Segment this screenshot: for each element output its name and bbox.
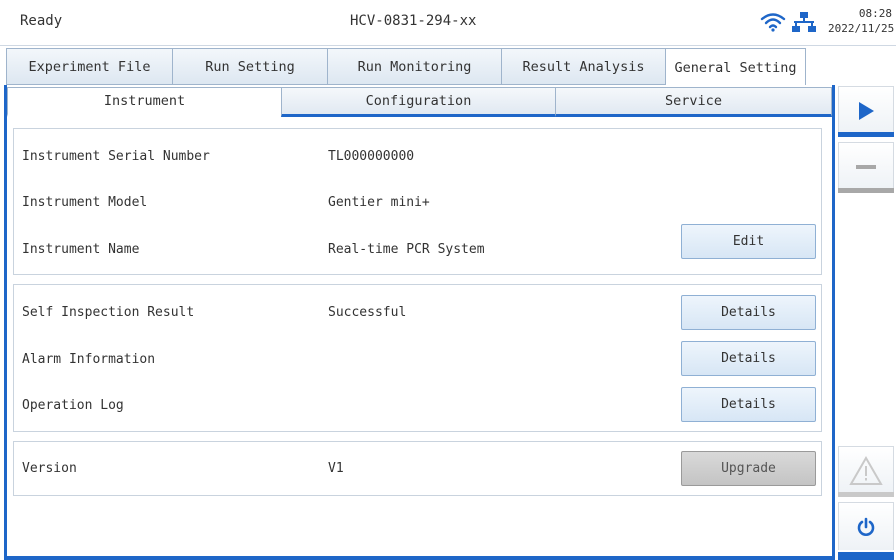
power-button[interactable] xyxy=(838,502,894,550)
clock: 08:28 2022/11/25 xyxy=(828,6,895,36)
self-inspection-value: Successful xyxy=(328,305,407,320)
status-text: Ready xyxy=(20,13,63,29)
diagnostics-panel: Self Inspection Result Successful Detail… xyxy=(13,284,822,432)
play-icon xyxy=(859,101,874,120)
stop-icon xyxy=(856,164,876,169)
version-value: V1 xyxy=(328,461,344,476)
clock-time: 08:28 xyxy=(858,7,892,20)
self-inspection-details-button[interactable]: Details xyxy=(681,295,816,330)
power-button-bar xyxy=(838,552,894,560)
alarm-information-label: Alarm Information xyxy=(22,352,156,367)
main-tab-bar: Experiment File Run Setting Run Monitori… xyxy=(6,48,806,86)
instrument-model-label: Instrument Model xyxy=(22,195,148,210)
warning-button[interactable] xyxy=(838,446,894,494)
self-inspection-label: Self Inspection Result xyxy=(22,305,195,320)
instrument-name-value: Real-time PCR System xyxy=(328,242,485,257)
title-bar: Ready HCV-0831-294-xx 08:28 2022/11/25 xyxy=(0,0,896,46)
run-button[interactable] xyxy=(838,86,894,134)
tab-service[interactable]: Service xyxy=(555,87,832,117)
version-label: Version xyxy=(22,461,77,476)
power-icon xyxy=(857,517,875,536)
serial-number-value: TL000000000 xyxy=(328,149,415,164)
serial-number-label: Instrument Serial Number xyxy=(22,149,210,164)
content-frame-bottom-border xyxy=(4,556,835,560)
warning-button-bar xyxy=(838,492,894,497)
run-button-bar xyxy=(838,132,894,137)
sub-tab-bar: Instrument Configuration Service xyxy=(7,87,832,117)
wifi-icon xyxy=(760,13,786,32)
tab-experiment-file[interactable]: Experiment File xyxy=(6,48,172,85)
tab-run-monitoring[interactable]: Run Monitoring xyxy=(327,48,501,85)
instrument-info-panel: Instrument Serial Number TL000000000 Ins… xyxy=(13,128,822,275)
tab-run-setting[interactable]: Run Setting xyxy=(172,48,327,85)
stop-button[interactable] xyxy=(838,142,894,190)
instrument-name-label: Instrument Name xyxy=(22,242,140,257)
operation-log-label: Operation Log xyxy=(22,398,124,413)
warning-icon xyxy=(849,455,883,485)
operation-log-details-button[interactable]: Details xyxy=(681,387,816,422)
clock-date: 2022/11/25 xyxy=(828,22,895,35)
version-panel: Version V1 Upgrade xyxy=(13,441,822,496)
network-icon xyxy=(792,12,816,32)
tab-configuration[interactable]: Configuration xyxy=(281,87,555,117)
upgrade-button[interactable]: Upgrade xyxy=(681,451,816,486)
edit-button[interactable]: Edit xyxy=(681,224,816,259)
tab-general-setting[interactable]: General Setting xyxy=(665,48,806,86)
device-id: HCV-0831-294-xx xyxy=(350,13,477,29)
stop-button-bar xyxy=(838,188,894,193)
instrument-model-value: Gentier mini+ xyxy=(328,195,430,210)
alarm-details-button[interactable]: Details xyxy=(681,341,816,376)
tab-instrument[interactable]: Instrument xyxy=(7,87,281,117)
tab-result-analysis[interactable]: Result Analysis xyxy=(501,48,665,85)
